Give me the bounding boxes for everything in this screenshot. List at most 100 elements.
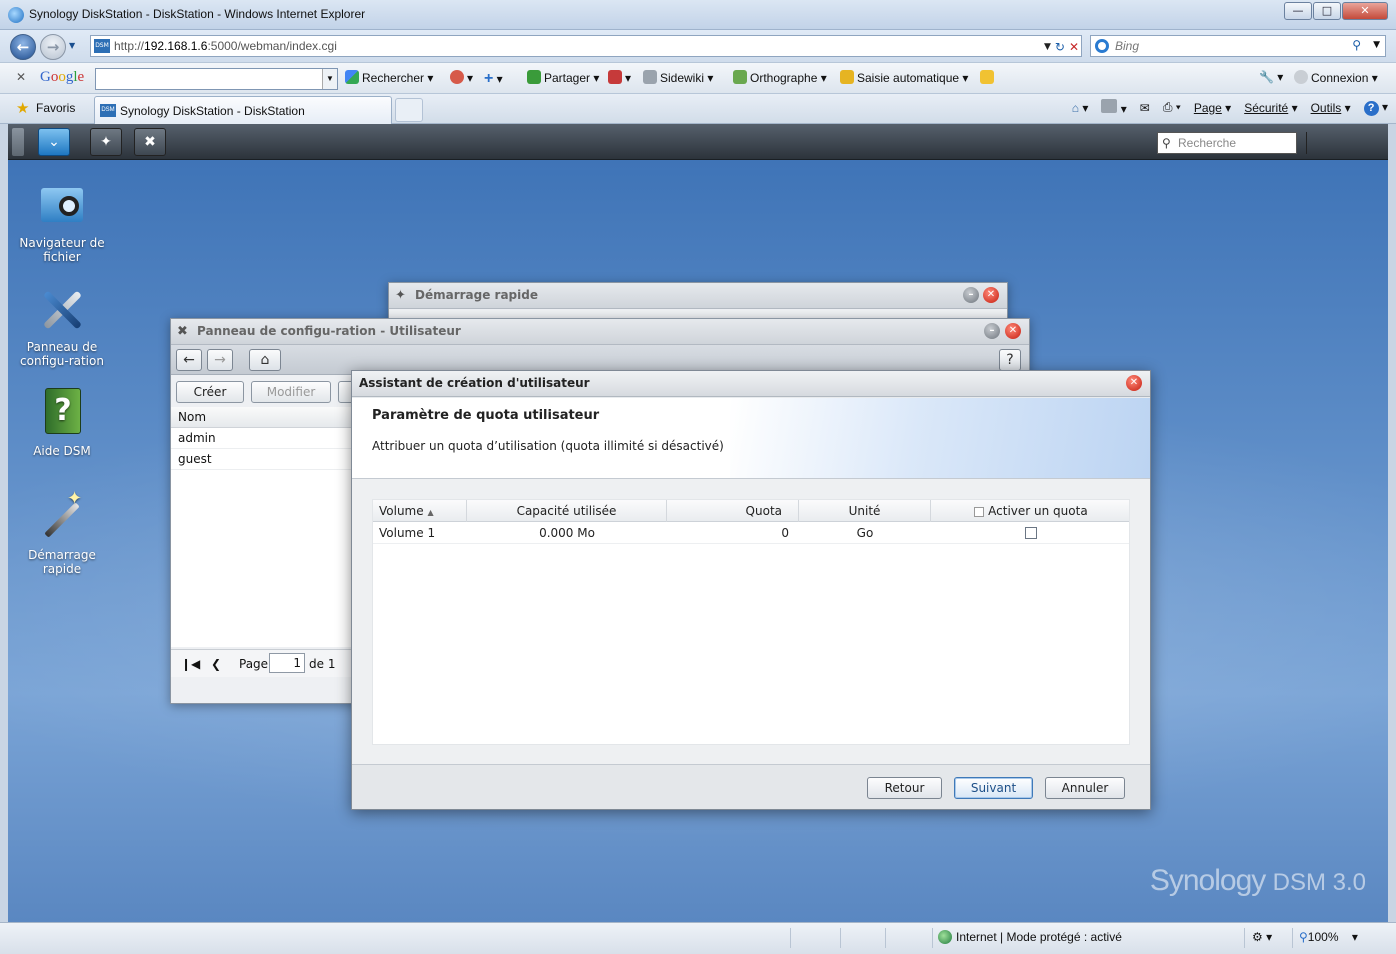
google-search-button[interactable]: Rechercher ▾: [345, 70, 433, 85]
dsm-search-input[interactable]: ⚲ Recherche: [1157, 132, 1297, 154]
enable-quota-checkbox[interactable]: [1025, 527, 1037, 539]
nav-back-button[interactable]: ←: [176, 349, 202, 371]
main-menu-button[interactable]: ⌄: [38, 128, 70, 156]
user-creation-wizard[interactable]: Assistant de création d'utilisateur ✕ Pa…: [351, 370, 1151, 810]
history-dropdown-icon[interactable]: ▼: [69, 41, 75, 50]
address-bar: ← → ▼ DSM http://192.168.1.6:5000/webman…: [0, 30, 1396, 62]
cell-unit[interactable]: Go: [799, 522, 931, 544]
signin-button[interactable]: Connexion ▾: [1294, 70, 1378, 85]
close-icon[interactable]: ✕: [1342, 2, 1388, 20]
chevron-down-icon: ⌄: [48, 134, 60, 150]
close-icon[interactable]: ✕: [1126, 375, 1142, 391]
close-icon[interactable]: ✕: [983, 287, 999, 303]
desktop-icon-dsm-help[interactable]: ? Aide DSM: [18, 388, 106, 458]
next-button[interactable]: Suivant: [954, 777, 1033, 799]
favorites-button[interactable]: Favoris: [36, 101, 75, 115]
google-logo: Google: [40, 69, 85, 85]
help-button[interactable]: ?: [999, 349, 1021, 371]
new-tab-button[interactable]: [395, 98, 423, 122]
cell-quota[interactable]: 0: [667, 522, 799, 544]
desktop-icon-label: Démarrage rapide: [28, 548, 96, 576]
first-page-icon[interactable]: ❙◀: [181, 657, 200, 671]
nav-home-button[interactable]: ⌂: [249, 349, 281, 371]
column-header-volume[interactable]: Volume ▲: [373, 500, 467, 522]
wizard-header[interactable]: Assistant de création d'utilisateur ✕: [352, 371, 1150, 397]
security-menu[interactable]: Sécurité ▾: [1244, 101, 1297, 115]
bing-logo-icon: [1095, 39, 1109, 53]
table-row[interactable]: Volume 1 0.000 Mo 0 Go: [373, 522, 1129, 544]
minimize-icon[interactable]: —: [1284, 2, 1312, 20]
create-user-button[interactable]: Créer: [176, 381, 244, 403]
bookmarks-button[interactable]: ▾: [450, 70, 473, 85]
chevron-down-icon[interactable]: ▼: [322, 69, 337, 89]
quickstart-window-header[interactable]: ✦ Démarrage rapide – ✕: [389, 283, 1007, 309]
back-icon[interactable]: ←: [10, 34, 36, 60]
google-search-input[interactable]: ▼: [95, 68, 338, 90]
status-separator: [885, 928, 886, 948]
highlight-button[interactable]: [980, 70, 997, 85]
desktop-icon-control-panel[interactable]: Panneau de configu-ration: [18, 284, 106, 368]
close-toolbar-icon[interactable]: ✕: [16, 70, 26, 84]
autofill-icon: [840, 70, 854, 84]
taskbar-quickstart-button[interactable]: ✦: [90, 128, 122, 156]
tools-menu[interactable]: Outils ▾: [1311, 101, 1351, 115]
desktop-icon-quickstart[interactable]: ✦ Démarrage rapide: [18, 490, 106, 577]
security-zone[interactable]: Internet | Mode protégé : activé: [938, 930, 1122, 944]
minimize-icon[interactable]: –: [984, 323, 1000, 339]
wizard-banner: Paramètre de quota utilisateur Attribuer…: [352, 398, 1150, 478]
browser-status-bar: Internet | Mode protégé : activé ⚙ ▾ ⚲10…: [0, 922, 1396, 954]
url-input[interactable]: DSM http://192.168.1.6:5000/webman/index…: [90, 35, 1082, 57]
column-header-enable[interactable]: Activer un quota: [931, 500, 1131, 522]
minimize-icon[interactable]: –: [963, 287, 979, 303]
control-panel-window-header[interactable]: ✖ Panneau de configu-ration - Utilisateu…: [171, 319, 1029, 345]
url-dropdown-icon[interactable]: ▼: [1044, 37, 1051, 57]
refresh-icon[interactable]: ↻: [1055, 37, 1065, 57]
dsm-search-placeholder: Recherche: [1178, 136, 1237, 150]
control-panel-window-title: Panneau de configu-ration - Utilisateur: [197, 324, 461, 338]
share-button[interactable]: Partager ▾: [527, 70, 599, 85]
close-icon[interactable]: ✕: [1005, 323, 1021, 339]
sidewiki-button[interactable]: Sidewiki ▾: [643, 70, 713, 85]
print-button[interactable]: ⎙ ▾: [1163, 100, 1181, 115]
taskbar-control-panel-button[interactable]: ✖: [134, 128, 166, 156]
account-icon: [1294, 70, 1308, 84]
column-header-used[interactable]: Capacité utilisée: [467, 500, 667, 522]
spellcheck-button[interactable]: Orthographe ▾: [733, 70, 827, 85]
favorites-star-icon[interactable]: ★: [16, 99, 29, 117]
search-dropdown-icon[interactable]: ▼: [1373, 40, 1380, 50]
desktop-icon-file-browser[interactable]: Navigateur de fichier: [18, 180, 106, 264]
translate-button[interactable]: ▾: [608, 70, 631, 85]
autofill-button[interactable]: Saisie automatique ▾: [840, 70, 968, 85]
cancel-button[interactable]: Annuler: [1045, 777, 1125, 799]
taskbar-grip[interactable]: [12, 128, 24, 156]
tab-synology[interactable]: DSM Synology DiskStation - DiskStation: [94, 96, 392, 124]
feeds-button[interactable]: ▾: [1101, 99, 1127, 116]
page-number-input[interactable]: 1: [269, 653, 305, 673]
help-menu[interactable]: ? ▾: [1363, 100, 1388, 116]
desktop-icon-label: Aide DSM: [33, 444, 91, 458]
add-button[interactable]: + ▾: [484, 70, 503, 88]
settings-button[interactable]: 🔧 ▾: [1259, 70, 1283, 84]
bing-search-input[interactable]: Bing ⚲ ▼: [1090, 35, 1386, 57]
cell-volume: Volume 1: [379, 526, 436, 540]
protected-mode-button[interactable]: ⚙ ▾: [1252, 930, 1272, 944]
maximize-icon[interactable]: □: [1313, 2, 1341, 20]
forward-icon[interactable]: →: [40, 34, 66, 60]
page-menu[interactable]: Page ▾: [1194, 101, 1231, 115]
column-header-quota[interactable]: Quota: [667, 500, 799, 522]
search-icon[interactable]: ⚲: [1352, 38, 1361, 52]
prev-page-icon[interactable]: ❮: [211, 657, 221, 671]
cell-used: 0.000 Mo: [539, 526, 595, 540]
rss-icon: [1101, 99, 1118, 113]
modify-user-button[interactable]: Modifier: [251, 381, 331, 403]
home-button[interactable]: ⌂ ▾: [1072, 101, 1089, 115]
stop-icon[interactable]: ✕: [1069, 37, 1079, 57]
back-button[interactable]: Retour: [867, 777, 942, 799]
select-all-checkbox[interactable]: [974, 507, 985, 517]
quickstart-window[interactable]: ✦ Démarrage rapide – ✕: [388, 282, 1008, 322]
mail-button[interactable]: ✉: [1140, 101, 1150, 115]
nav-forward-button[interactable]: →: [207, 349, 233, 371]
column-header-unit[interactable]: Unité: [799, 500, 931, 522]
zoom-button[interactable]: ⚲100% ▾: [1299, 930, 1358, 944]
command-bar: ⌂ ▾ ▾ ✉ ⎙ ▾ Page ▾ Sécurité ▾ Outils ▾ ?…: [1072, 99, 1388, 116]
